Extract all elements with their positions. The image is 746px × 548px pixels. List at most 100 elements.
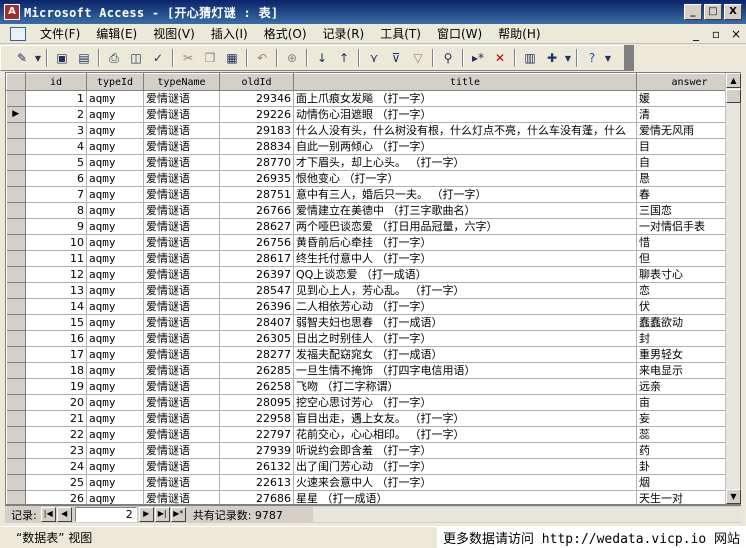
column-header-typeid[interactable]: typeId [86,73,144,91]
cell-typeid[interactable]: aqmy [86,234,144,251]
row-selector[interactable] [6,394,26,411]
cell-typename[interactable]: 爱情谜语 [143,90,220,107]
cell-oldid[interactable]: 27939 [219,442,294,459]
table-row[interactable]: 25 aqmy 爱情谜语 22613 火速来会意中人 （打一字）烟 [6,474,740,491]
row-selector[interactable] [6,90,26,107]
view-icon[interactable]: ✎ [12,48,32,68]
cell-typeid[interactable]: aqmy [86,90,144,107]
cell-title[interactable]: 动情伤心泪遮眼 （打一字） [293,106,637,123]
db-window-icon[interactable]: ▤ [74,48,94,68]
row-selector[interactable] [6,330,26,347]
new-record-button[interactable]: ▶* [170,507,186,522]
menu-insert[interactable]: 插入(I) [203,24,256,44]
cell-id[interactable]: 11 [25,250,87,267]
preview-icon[interactable]: ◫ [126,48,146,68]
new-object-icon[interactable]: ✚ [542,48,562,68]
cell-oldid[interactable]: 28834 [219,138,294,155]
delete-record-icon[interactable]: ✕ [490,48,510,68]
cell-title[interactable]: 终生托付意中人 （打一字） [293,250,637,267]
cell-typeid[interactable]: aqmy [86,122,144,139]
cell-id[interactable]: 12 [25,266,87,283]
cell-typename[interactable]: 爱情谜语 [143,170,220,187]
cell-title[interactable]: 日出之时别佳人 （打一字） [293,330,637,347]
row-selector[interactable] [6,490,26,504]
cell-id[interactable]: 2 [25,106,87,123]
cell-typeid[interactable]: aqmy [86,202,144,219]
cell-id[interactable]: 19 [25,378,87,395]
copy-icon[interactable]: ❐ [200,48,220,68]
cell-id[interactable]: 21 [25,410,87,427]
cell-oldid[interactable]: 28277 [219,346,294,363]
cell-id[interactable]: 24 [25,458,87,475]
close-button[interactable]: X [724,4,742,20]
row-selector[interactable] [6,218,26,235]
table-row[interactable]: 12 aqmy 爱情谜语 26397 QQ上谈恋爱 （打一成语） 聊表寸心 [6,266,740,283]
cell-typeid[interactable]: aqmy [86,362,144,379]
row-selector[interactable] [6,442,26,459]
cell-typename[interactable]: 爱情谜语 [143,282,220,299]
cell-typeid[interactable]: aqmy [86,474,144,491]
cell-id[interactable]: 20 [25,394,87,411]
spell-icon[interactable]: ✓ [148,48,168,68]
row-selector[interactable] [6,234,26,251]
cell-typeid[interactable]: aqmy [86,458,144,475]
cell-id[interactable]: 7 [25,186,87,203]
cell-oldid[interactable]: 28770 [219,154,294,171]
cell-typeid[interactable]: aqmy [86,346,144,363]
cell-typeid[interactable]: aqmy [86,218,144,235]
table-row[interactable]: 21 aqmy 爱情谜语 22958 盲目出走，遇上女友。 （打一字）妄 [6,410,740,427]
cell-typeid[interactable]: aqmy [86,250,144,267]
row-selector[interactable] [6,154,26,171]
cell-typeid[interactable]: aqmy [86,298,144,315]
cell-typeid[interactable]: aqmy [86,314,144,331]
menu-format[interactable]: 格式(O) [256,24,315,44]
table-row[interactable]: 16 aqmy 爱情谜语 26305 日出之时别佳人 （打一字）封 [6,330,740,347]
filter-selection-icon[interactable]: ⋎ [364,48,384,68]
cell-title[interactable]: 星星 （打一成语） [293,490,637,504]
cell-typename[interactable]: 爱情谜语 [143,138,220,155]
cell-oldid[interactable]: 28617 [219,250,294,267]
previous-record-button[interactable]: ◀ [56,507,72,522]
hyperlink-icon[interactable]: ⊕ [282,48,302,68]
cell-oldid[interactable]: 28627 [219,218,294,235]
row-selector[interactable] [6,298,26,315]
table-row[interactable]: 22 aqmy 爱情谜语 22797 花前交心，心心相印。 （打一字）蕊 [6,426,740,443]
cell-id[interactable]: 16 [25,330,87,347]
table-row[interactable]: 26 aqmy 爱情谜语 27686 星星 （打一成语） 天生一对 [6,490,740,504]
table-row[interactable]: 8 aqmy 爱情谜语 26766 爱情建立在美德中 （打三字歌曲名） 三国恋 [6,202,740,219]
cell-typename[interactable]: 爱情谜语 [143,314,220,331]
row-selector[interactable] [6,474,26,491]
row-selector[interactable] [6,314,26,331]
row-selector[interactable] [6,202,26,219]
undo-icon[interactable]: ↶ [252,48,272,68]
column-header-id[interactable]: id [25,73,87,91]
table-row[interactable]: ▶ 2 aqmy 爱情谜语 29226 动情伤心泪遮眼 （打一字）清 [6,106,740,123]
menu-window[interactable]: 窗口(W) [429,24,490,44]
cell-id[interactable]: 23 [25,442,87,459]
cell-oldid[interactable]: 29346 [219,90,294,107]
sort-desc-icon[interactable]: ↑ [334,48,354,68]
table-row[interactable]: 13 aqmy 爱情谜语 28547 见到心上人，芳心乱。 （打一字）恋 [6,282,740,299]
horizontal-scrollbar[interactable] [312,507,741,522]
cell-oldid[interactable]: 28547 [219,282,294,299]
cell-typeid[interactable]: aqmy [86,330,144,347]
table-doc-icon[interactable] [10,26,26,41]
table-row[interactable]: 1 aqmy 爱情谜语 29346 面上爪痕女发飚 （打一字）媛 [6,90,740,107]
cell-typeid[interactable]: aqmy [86,378,144,395]
row-selector[interactable] [6,378,26,395]
cell-title[interactable]: 面上爪痕女发飚 （打一字） [293,90,637,107]
table-row[interactable]: 19 aqmy 爱情谜语 26258 飞吻 （打二字称谓） 远亲 [6,378,740,395]
row-selector[interactable] [6,250,26,267]
table-row[interactable]: 20 aqmy 爱情谜语 28095 挖空心思讨芳心 （打一字）亩 [6,394,740,411]
cell-title[interactable]: 听说约会即含羞 （打一字） [293,442,637,459]
first-record-button[interactable]: |◀ [40,507,56,522]
menu-help[interactable]: 帮助(H) [490,24,548,44]
help-icon[interactable]: ? [582,48,602,68]
cell-typename[interactable]: 爱情谜语 [143,346,220,363]
sort-asc-icon[interactable]: ↓ [312,48,332,68]
cell-title[interactable]: 恨他变心 （打一字） [293,170,637,187]
cell-oldid[interactable]: 26397 [219,266,294,283]
cell-oldid[interactable]: 29226 [219,106,294,123]
row-selector[interactable] [6,362,26,379]
view-dropdown-icon[interactable]: ▼ [34,48,42,68]
